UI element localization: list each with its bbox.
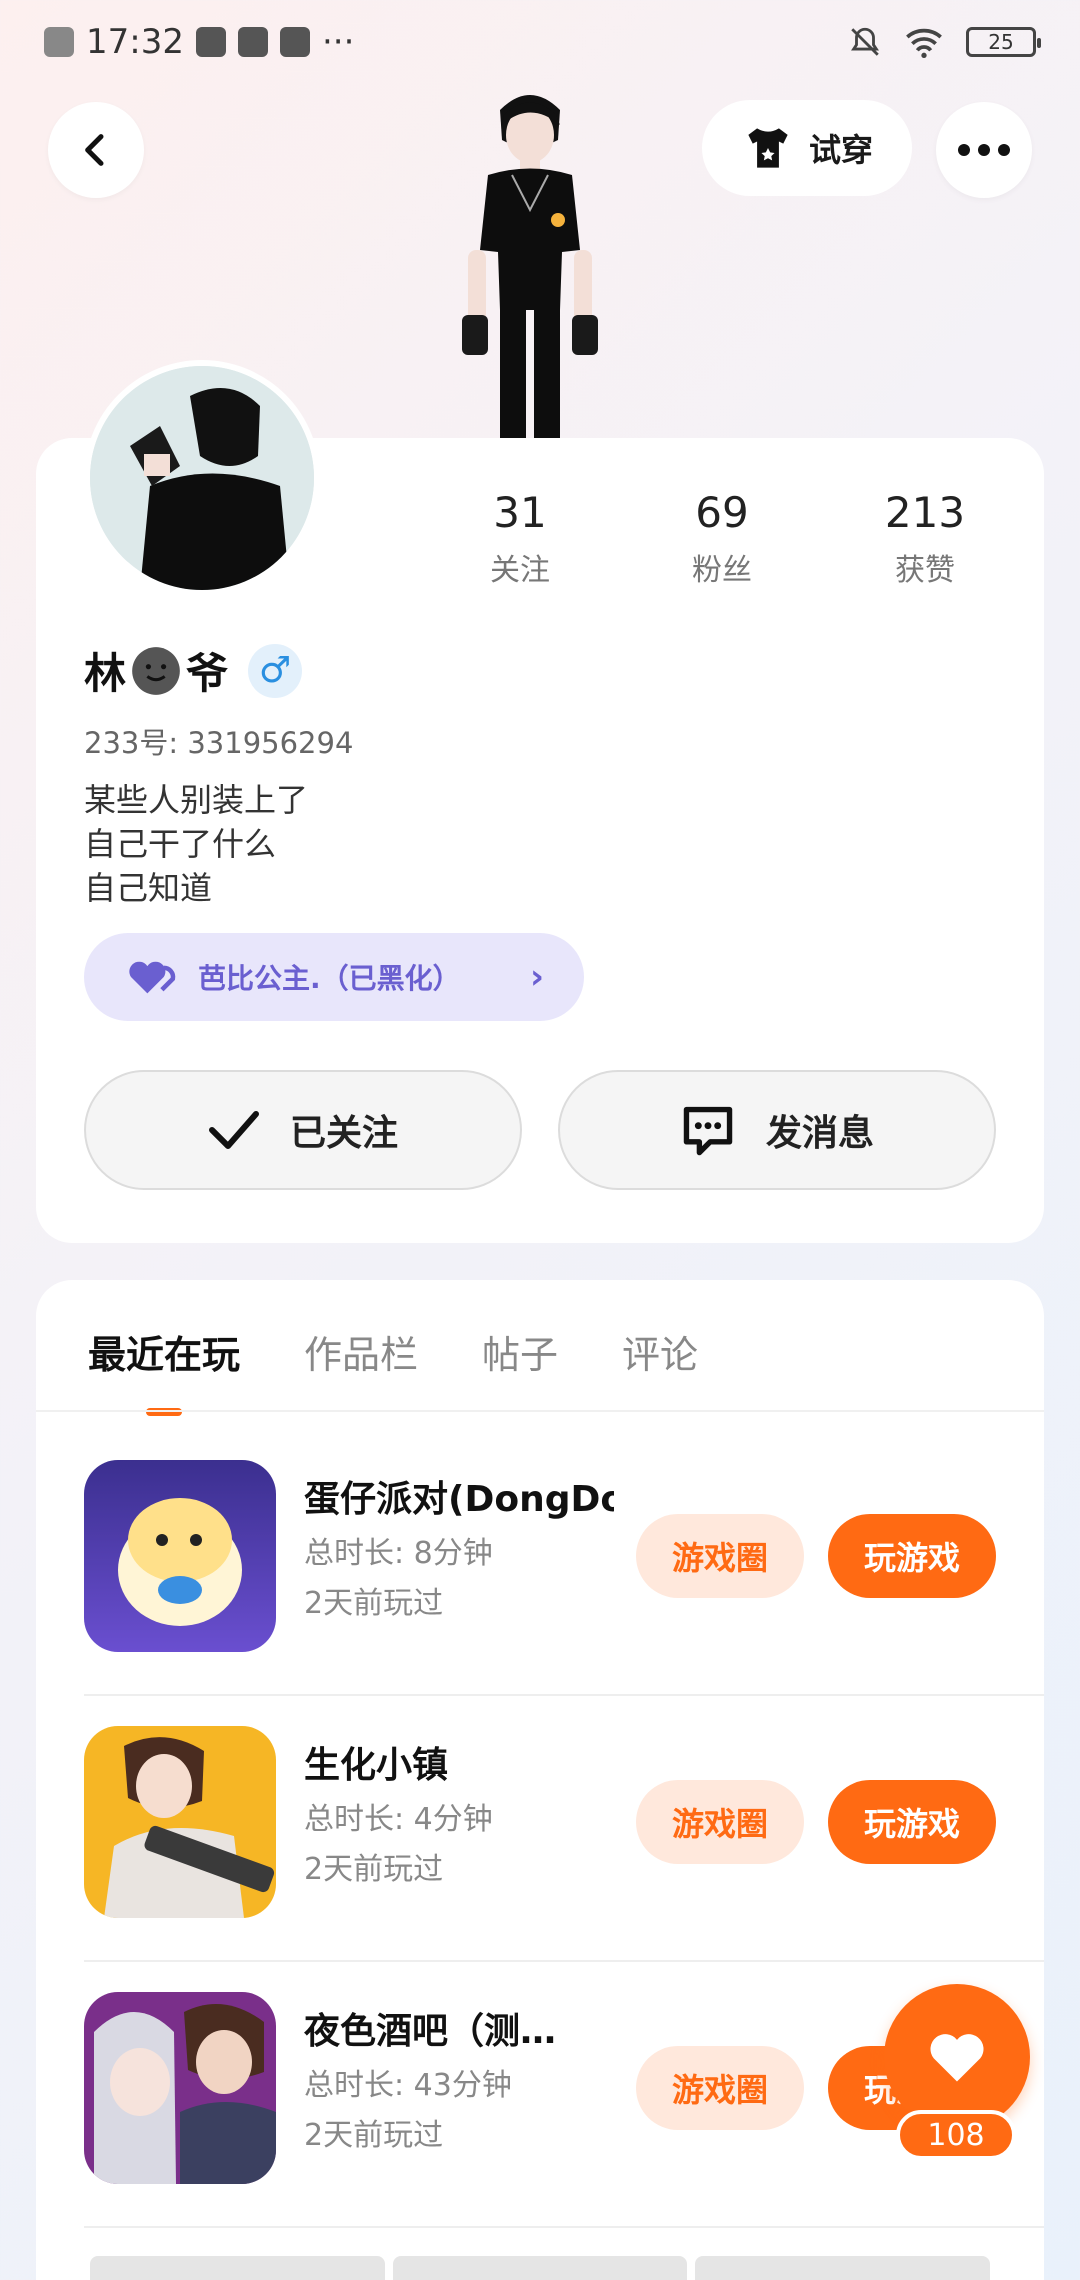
game-last-played: 2天前玩过 xyxy=(304,1852,444,1887)
back-icon xyxy=(85,134,104,166)
pinwheel-icon xyxy=(195,27,226,57)
game-row[interactable]: 夜色酒吧（测… 总时长: 43分钟 2天前玩过 游戏圈 玩游戏 xyxy=(36,1962,1044,2228)
like-count-badge: 108 xyxy=(896,2110,1016,2160)
likes-count: 213 xyxy=(884,488,966,537)
heart-icon xyxy=(930,2034,984,2082)
wifi-icon xyxy=(906,28,942,58)
avatar-image xyxy=(90,366,314,590)
username-part2: 爷 xyxy=(186,649,229,698)
name-row: 林 爷 ♂ xyxy=(84,640,303,701)
battery-level: 25 xyxy=(988,30,1014,54)
group-tag[interactable]: 芭比公主.（已黑化） › xyxy=(84,933,584,1021)
biochemical-town-thumbnail-image xyxy=(84,1726,276,1918)
tshirt-icon xyxy=(748,128,788,168)
bio-line: 自己知道 xyxy=(84,869,213,907)
play-icon xyxy=(237,27,268,57)
battery-icon: 25 xyxy=(966,27,1041,57)
username-part1: 林 xyxy=(84,649,127,698)
likes-label: 获赞 xyxy=(895,553,955,588)
tab-posts[interactable]: 帖子 xyxy=(482,1320,558,1390)
following-button[interactable]: 已关注 xyxy=(84,1070,522,1190)
game-circle-button[interactable]: 游戏圈 xyxy=(636,1514,804,1598)
game-duration: 总时长: 43分钟 xyxy=(304,2068,512,2103)
peek-block xyxy=(695,2256,991,2280)
try-on-button[interactable]: 试穿 xyxy=(702,100,912,196)
close-notification-icon xyxy=(44,27,74,57)
stat-fans[interactable]: 69 粉丝 xyxy=(642,485,802,589)
bio-line: 自己干了什么 xyxy=(84,825,277,863)
status-left: 17:32 ··· xyxy=(44,22,354,62)
send-message-label: 发消息 xyxy=(765,1113,874,1154)
game-duration: 总时长: 8分钟 xyxy=(304,1536,493,1571)
bio: 某些人别装上了 自己干了什么 自己知道 xyxy=(84,778,308,910)
mail-icon xyxy=(279,27,310,57)
row-divider xyxy=(84,2226,1044,2228)
night-bar-thumbnail-image xyxy=(84,1992,276,2184)
avatar[interactable] xyxy=(84,360,320,596)
tab-bar: 最近在玩 作品栏 帖子 评论 xyxy=(88,1320,698,1416)
game-thumbnail xyxy=(84,1726,276,1918)
chat-bubble-icon xyxy=(683,1106,733,1156)
profile-stats: 31 关注 69 粉丝 213 获赞 xyxy=(440,485,1040,595)
eggy-party-thumbnail-image xyxy=(84,1460,276,1652)
content-card: 最近在玩 作品栏 帖子 评论 蛋仔派对(DongDo… 总时长: 8分钟 2天前… xyxy=(36,1280,1044,2280)
fans-label: 粉丝 xyxy=(692,553,752,588)
status-right: 25 xyxy=(848,25,1041,59)
fans-count: 69 xyxy=(695,488,749,537)
play-game-button[interactable]: 玩游戏 xyxy=(828,1780,996,1864)
try-on-label: 试穿 xyxy=(808,131,873,169)
tab-comments[interactable]: 评论 xyxy=(622,1320,698,1390)
game-row[interactable]: 生化小镇 总时长: 4分钟 2天前玩过 游戏圈 玩游戏 xyxy=(36,1696,1044,1962)
status-time: 17:32 xyxy=(86,22,184,62)
more-button[interactable] xyxy=(936,102,1032,198)
game-circle-button[interactable]: 游戏圈 xyxy=(636,2046,804,2130)
next-row-peek xyxy=(90,2256,991,2280)
status-bar: 17:32 ··· 25 xyxy=(0,0,1080,84)
game-title: 蛋仔派对(DongDo… xyxy=(304,1479,614,1520)
following-button-label: 已关注 xyxy=(289,1113,398,1154)
game-thumbnail xyxy=(84,1992,276,2184)
smiley-emoji-icon xyxy=(132,646,180,695)
hero-character-image xyxy=(462,95,598,440)
group-label: 芭比公主.（已黑化） xyxy=(198,962,461,995)
chevron-right-icon: › xyxy=(529,957,544,997)
bell-muted-icon xyxy=(851,27,879,56)
game-title: 生化小镇 xyxy=(304,1745,449,1786)
peek-block xyxy=(90,2256,385,2280)
more-icon xyxy=(958,144,1010,156)
send-message-button[interactable]: 发消息 xyxy=(558,1070,996,1190)
user-id: 233号: 331956294 xyxy=(84,726,354,760)
game-duration: 总时长: 4分钟 xyxy=(304,1802,493,1837)
following-label: 关注 xyxy=(490,553,550,588)
more-notifications-icon: ··· xyxy=(321,22,355,62)
stat-following[interactable]: 31 关注 xyxy=(440,485,600,589)
game-thumbnail xyxy=(84,1460,276,1652)
tab-recently-played[interactable]: 最近在玩 xyxy=(88,1320,240,1416)
game-last-played: 2天前玩过 xyxy=(304,1586,444,1621)
game-row[interactable]: 蛋仔派对(DongDo… 总时长: 8分钟 2天前玩过 游戏圈 玩游戏 xyxy=(36,1430,1044,1696)
checkmark-icon xyxy=(208,1111,259,1149)
stat-likes[interactable]: 213 获赞 xyxy=(845,485,1005,589)
tab-works[interactable]: 作品栏 xyxy=(304,1320,418,1390)
game-title: 夜色酒吧（测… xyxy=(304,2011,557,2052)
tab-divider xyxy=(36,1410,1044,1412)
male-gender-icon: ♂ xyxy=(248,643,303,698)
like-button[interactable] xyxy=(884,1984,1030,2130)
game-circle-button[interactable]: 游戏圈 xyxy=(636,1780,804,1864)
username: 林 爷 xyxy=(84,640,228,701)
game-last-played: 2天前玩过 xyxy=(304,2118,444,2153)
peek-block xyxy=(392,2256,688,2280)
bio-line: 某些人别装上了 xyxy=(84,781,309,819)
following-count: 31 xyxy=(493,488,547,537)
back-button[interactable] xyxy=(48,102,144,198)
heart-group-icon xyxy=(129,961,176,994)
play-game-button[interactable]: 玩游戏 xyxy=(828,1514,996,1598)
